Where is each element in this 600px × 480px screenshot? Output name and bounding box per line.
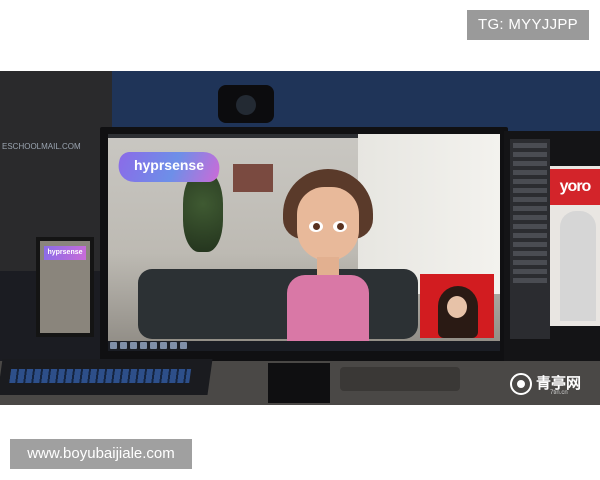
monitor-stand [268,363,330,403]
top-watermark-tag: TG: MYYJJPP [467,10,589,40]
right-settings-panel [510,139,550,339]
start-icon [110,342,117,349]
cartoon-avatar [283,169,373,351]
hyprsense-logo: hyprsense [114,146,224,186]
avatar-top [287,275,369,351]
main-screen: hyprsense [108,134,500,351]
inset-face [447,296,467,318]
watermark-logo-icon [510,373,532,395]
laptop [0,359,213,395]
right-banner: yoro [550,169,600,205]
app-icon [130,342,137,349]
small-logo: hyprsense [44,246,86,260]
taskbar-icons [110,342,187,349]
avatar-left-eye [309,221,323,232]
app-icon [150,342,157,349]
laptop-keyboard [9,369,192,383]
webcam [218,85,274,123]
app-icon [140,342,147,349]
mouse-pad [340,367,460,391]
webcam-lens [236,95,256,115]
right-person [560,211,596,321]
backdrop-banner [112,71,600,131]
watermark-subtext: 7tin.cn [550,390,568,396]
app-icon [160,342,167,349]
bottom-url-tag: www.boyubaijiale.com [10,439,192,469]
app-icon [120,342,127,349]
small-screen: hyprsense [40,241,90,333]
site-watermark: 青亭网 7tin.cn [510,371,600,397]
logo-text: hyprsense [133,157,205,173]
app-icon [170,342,177,349]
avatar-right-eye [333,221,347,232]
webcam-inset [420,274,494,338]
shelf-caption: ESCHOOLMAIL.COM [2,142,81,151]
app-icon [180,342,187,349]
photo: ESCHOOLMAIL.COM hyprsense yoro hyprsense… [0,71,600,405]
wall-art [233,164,273,192]
sofa [138,269,418,339]
avatar-face [297,187,359,261]
taskbar [108,341,500,351]
